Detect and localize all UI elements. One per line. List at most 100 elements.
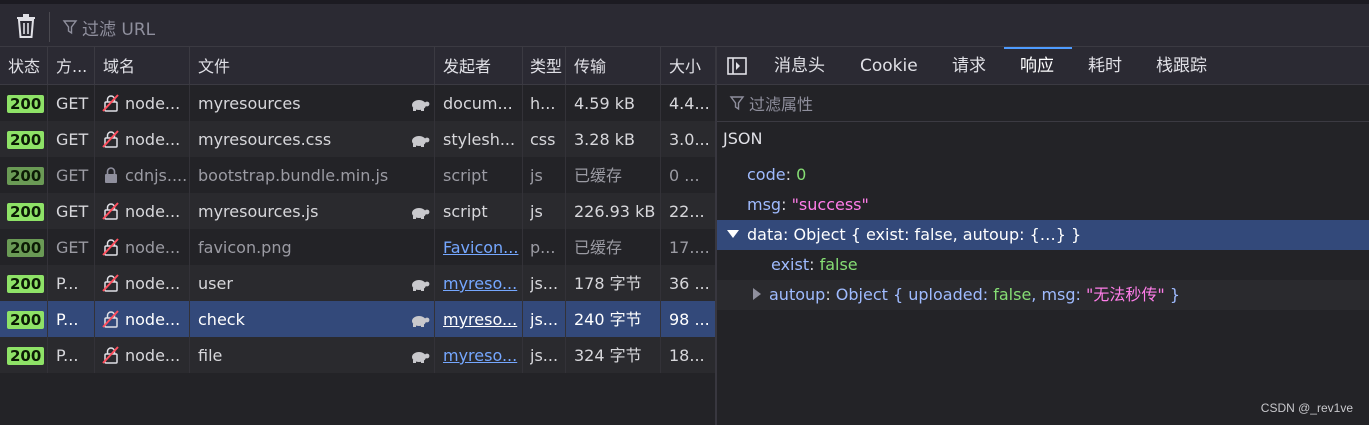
type-cell: js... [530,346,559,365]
method-cell: P... [56,310,79,329]
status-badge: 200 [7,193,47,229]
size-cell: 98 ... [669,310,710,329]
filter-icon [62,20,78,35]
throttle-turtle-icon [412,208,430,219]
method-cell: P... [56,346,79,365]
method-cell: P... [56,274,79,293]
url-filter-placeholder: 过滤 URL [82,19,156,40]
method-cell: GET [56,238,89,257]
tab-request[interactable]: 请求 [952,47,986,84]
filter-icon [729,96,745,111]
insecure-lock-icon [102,202,119,220]
method-cell: GET [56,202,89,221]
file-cell: bootstrap.bundle.min.js [198,166,389,185]
type-cell: js... [530,274,559,293]
tab-headers[interactable]: 消息头 [774,47,825,84]
tab-cookie[interactable]: Cookie [860,47,918,84]
initiator-cell: script [443,202,488,221]
size-cell: 36 ... [669,274,710,293]
initiator-cell: stylesh... [443,130,516,149]
json-row-code[interactable]: code: 0 [717,160,1369,190]
insecure-lock-icon [102,94,119,112]
collapsed-arrow-icon[interactable] [753,287,761,300]
domain-cell: node... [100,337,188,373]
request-row[interactable]: 200 P... node... file myreso... js... 324 字节 18… [0,337,715,373]
type-cell: p... [530,238,556,257]
method-cell: GET [56,130,89,149]
json-value: false [819,255,858,274]
transfer-cell: 324 字节 [574,346,642,365]
insecure-lock-icon [102,130,119,148]
method-cell: GET [56,94,89,113]
json-row-autoup[interactable]: autoup: Object { uploaded: false, msg: "… [717,280,1369,310]
status-badge: 200 [7,337,47,373]
type-cell: js [530,166,543,185]
size-cell: 3.0... [669,130,710,149]
throttle-turtle-icon [412,100,430,111]
request-row[interactable]: 200 GET node... myresources.js script js 226.9… [0,193,715,229]
request-row[interactable]: 200 GET node... myresources.css stylesh... cs… [0,121,715,157]
json-key: msg [747,195,782,214]
col-file[interactable]: 文件 [198,47,428,84]
col-initiator[interactable]: 发起者 [443,47,523,84]
tab-timings[interactable]: 耗时 [1088,47,1122,84]
file-cell: user [198,274,233,293]
json-row-msg[interactable]: msg: "success" [717,190,1369,220]
expanded-arrow-icon[interactable] [727,229,739,238]
initiator-cell[interactable]: Favicon... [443,229,521,265]
col-size[interactable]: 大小 [669,47,709,84]
col-method[interactable]: 方... [56,47,92,84]
tab-stack-trace[interactable]: 栈跟踪 [1156,47,1207,84]
domain-cell: node... [100,301,188,337]
property-filter-input[interactable]: 过滤属性 [717,85,1369,122]
size-cell: 22... [669,202,705,221]
request-row[interactable]: 200 P... node... user myreso... js... 178 字节 36… [0,265,715,301]
tab-response[interactable]: 响应 [1020,47,1054,84]
transfer-cell: 4.59 kB [574,94,635,113]
property-filter-placeholder: 过滤属性 [749,95,814,114]
initiator-cell[interactable]: myreso... [443,265,521,301]
request-row[interactable]: 200 GET node... myresources docum... h... 4.59… [0,85,715,121]
col-transfer[interactable]: 传输 [574,47,656,84]
initiator-cell[interactable]: myreso... [443,337,521,373]
json-row-exist[interactable]: exist: false [717,250,1369,280]
col-type[interactable]: 类型 [530,47,564,84]
file-cell: myresources [198,94,301,113]
transfer-cell: 226.93 kB [574,202,656,221]
secure-lock-icon [105,167,117,183]
toggle-panel-icon[interactable] [727,57,747,75]
domain-cell: node... [100,229,188,265]
col-status[interactable]: 状态 [8,47,48,84]
json-section-label[interactable]: JSON [723,129,762,148]
file-cell: favicon.png [198,238,292,257]
status-badge: 200 [7,301,47,337]
insecure-lock-icon [102,238,119,256]
type-cell: h... [530,94,556,113]
active-tab-indicator [1004,47,1072,49]
status-badge: 200 [7,229,47,265]
type-cell: css [530,130,556,149]
request-list: 状态 方... 域名 文件 发起者 类型 传输 大小 200 GET node...… [0,47,715,425]
json-key: exist [771,255,810,274]
status-badge: 200 [7,85,47,121]
initiator-cell[interactable]: myreso... [443,301,521,337]
details-tabs: 消息头 Cookie 请求 响应 耗时 栈跟踪 [717,47,1369,85]
transfer-cell: 240 字节 [574,310,642,329]
network-toolbar: 过滤 URL [0,0,1369,47]
size-cell: 18... [669,346,705,365]
transfer-cell: 3.28 kB [574,130,635,149]
request-row[interactable]: 200 P... node... check myreso... js... 240 字节 9… [0,301,715,337]
status-badge: 200 [7,121,47,157]
trash-icon[interactable] [14,13,38,39]
col-domain[interactable]: 域名 [103,47,183,84]
throttle-turtle-icon [412,352,430,363]
json-row-data[interactable]: data: Object { exist: false, autoup: {…}… [717,220,1369,250]
request-row[interactable]: 200 GET cdnjs.... bootstrap.bundle.min.js sc… [0,157,715,193]
domain-cell: node... [100,121,188,157]
insecure-lock-icon [102,310,119,328]
file-cell: myresources.js [198,202,319,221]
request-row[interactable]: 200 GET node... favicon.png Favicon... p... 已缓… [0,229,715,265]
watermark: CSDN @_rev1ve [1260,401,1353,415]
initiator-cell: docum... [443,94,513,113]
url-filter-input[interactable]: 过滤 URL [62,15,156,40]
